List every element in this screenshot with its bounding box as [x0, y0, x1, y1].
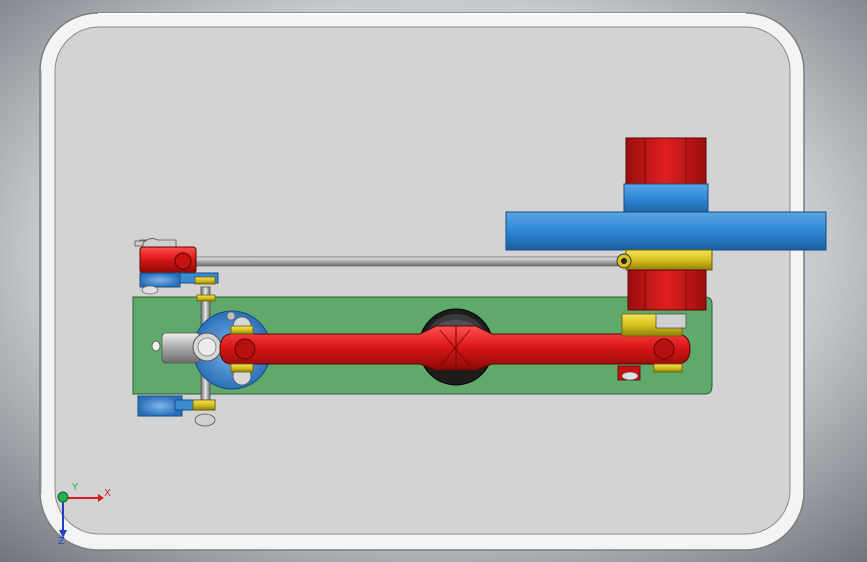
upper-bearing-block[interactable] — [625, 137, 707, 185]
lower-bearing-block[interactable] — [627, 269, 707, 311]
flywheel-hub-top — [623, 183, 709, 215]
model-canvas[interactable]: X Z Y — [0, 0, 867, 562]
shaft-collar — [625, 249, 713, 271]
left-pivot-pin[interactable] — [151, 332, 222, 364]
triad-z-label: Z — [58, 536, 65, 547]
cad-viewport[interactable]: X Z Y — [0, 0, 867, 562]
triad-x-label: X — [104, 488, 111, 499]
triad-y-label: Y — [71, 482, 79, 493]
flywheel-disc[interactable] — [505, 211, 827, 251]
